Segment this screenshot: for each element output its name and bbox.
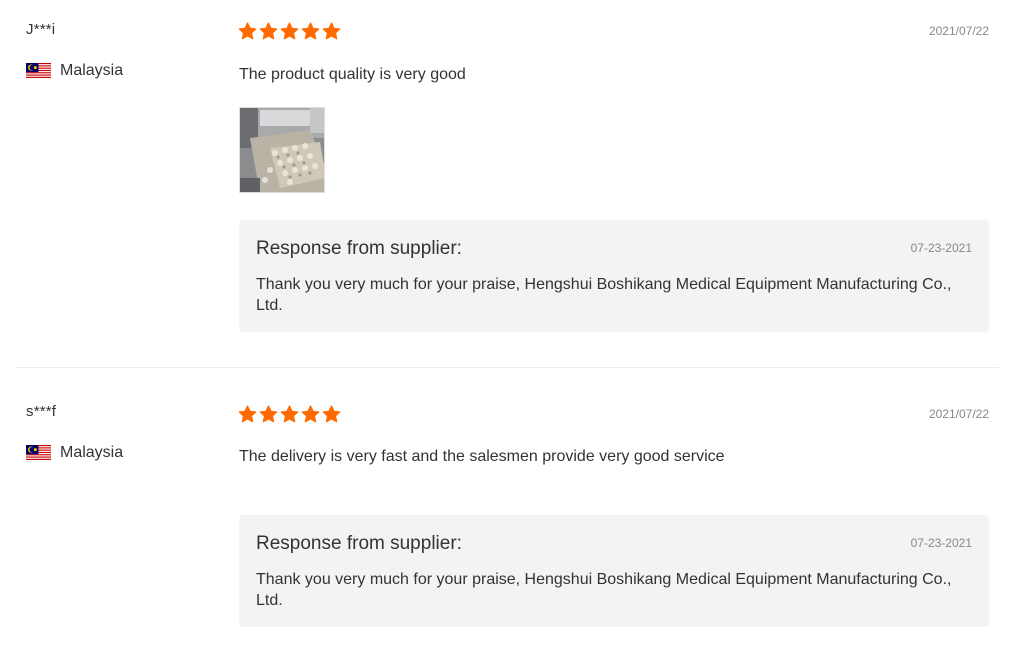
response-title: Response from supplier: bbox=[256, 238, 462, 259]
star-icon bbox=[301, 405, 320, 423]
star-icon bbox=[280, 22, 299, 40]
response-text: Thank you very much for your praise, Hen… bbox=[256, 276, 952, 314]
star-icon bbox=[322, 405, 341, 423]
review-date: 2021/07/22 bbox=[928, 407, 989, 421]
star-icon bbox=[238, 405, 257, 423]
review-text: The delivery is very fast and the salesm… bbox=[239, 448, 725, 465]
malaysia-flag-icon bbox=[26, 63, 51, 79]
star-icon bbox=[259, 22, 278, 40]
star-icon bbox=[280, 405, 299, 423]
country-label: Malaysia bbox=[60, 444, 124, 461]
supplier-response: Response from supplier: 07-23-2021 Thank… bbox=[239, 220, 989, 332]
response-title: Response from supplier: bbox=[256, 533, 462, 554]
reviewer-country: Malaysia bbox=[26, 62, 123, 80]
rating-stars bbox=[238, 405, 341, 424]
supplier-response: Response from supplier: 07-23-2021 Thank… bbox=[239, 515, 989, 627]
reviewer-country: Malaysia bbox=[26, 444, 123, 462]
reviewer-name: J***i bbox=[26, 21, 56, 38]
star-icon bbox=[238, 22, 257, 40]
response-text: Thank you very much for your praise, Hen… bbox=[256, 571, 952, 609]
rating-stars bbox=[238, 22, 341, 41]
review-text: The product quality is very good bbox=[239, 66, 466, 83]
malaysia-flag-icon bbox=[26, 445, 51, 461]
country-label: Malaysia bbox=[60, 62, 124, 79]
review-item: s***f Malaysia 2021/07/22 The delivery i… bbox=[0, 368, 1014, 648]
star-icon bbox=[301, 22, 320, 40]
response-date: 07-23-2021 bbox=[910, 536, 972, 550]
reviewer-name: s***f bbox=[26, 403, 57, 420]
review-item: J***i Malaysia 2021/07/22 The product qu… bbox=[0, 0, 1014, 368]
review-photo-thumbnail[interactable] bbox=[239, 107, 325, 193]
review-date: 2021/07/22 bbox=[928, 24, 989, 38]
star-icon bbox=[322, 22, 341, 40]
star-icon bbox=[259, 405, 278, 423]
response-date: 07-23-2021 bbox=[910, 241, 972, 255]
